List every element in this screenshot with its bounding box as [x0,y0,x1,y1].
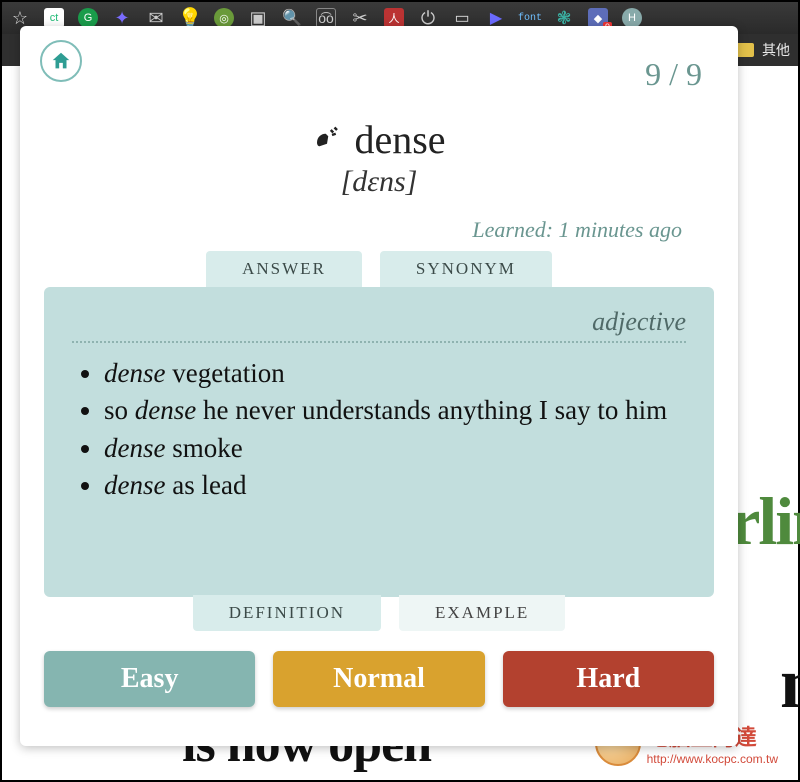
ext-image-icon[interactable]: ▣ [248,8,268,28]
home-icon [50,50,72,72]
keyword: dense [104,470,165,500]
ext-h-icon[interactable]: H [622,8,642,28]
list-item: dense smoke [104,430,686,467]
hard-button[interactable]: Hard [503,651,714,707]
ext-oo-icon[interactable]: o͡o [316,8,336,28]
ext-grammarly-icon[interactable]: G [78,8,98,28]
rating-buttons: Easy Normal Hard [40,651,718,707]
ext-gear-icon[interactable]: ❃ [554,8,574,28]
normal-button[interactable]: Normal [273,651,484,707]
ext-bulb-icon[interactable]: 💡 [180,8,200,28]
star-icon[interactable]: ☆ [10,8,30,28]
learned-time: Learned: 1 minutes ago [40,217,682,243]
keyword: dense [104,433,165,463]
folder-icon[interactable] [736,43,754,57]
list-item: so dense he never understands anything I… [104,392,686,429]
bookmark-other[interactable]: 其他 [762,40,790,60]
ext-pdf-icon[interactable]: 人 [384,8,404,28]
list-item: dense vegetation [104,355,686,392]
example-list: dense vegetationso dense he never unders… [72,355,686,504]
pronunciation: [dɛns] [40,165,718,199]
ext-power-icon[interactable]: ⏻ [418,8,438,28]
keyword: dense [104,358,165,388]
ext-font-icon[interactable]: font [520,8,540,28]
ext-ct-icon[interactable]: ct [44,8,64,28]
ext-box-icon[interactable]: ▭ [452,8,472,28]
list-item: dense as lead [104,467,686,504]
content-panel: adjective dense vegetationso dense he ne… [44,287,714,597]
watermark-url: http://www.kocpc.com.tw [647,752,778,766]
tab-example[interactable]: EXAMPLE [399,595,565,631]
ext-magnify-icon[interactable]: 🔍 [282,8,302,28]
ext-chat-icon[interactable]: ✉ [146,8,166,28]
word-text: dense [354,116,445,163]
easy-button[interactable]: Easy [44,651,255,707]
ext-badge-icon[interactable]: ◆9 [588,8,608,28]
speaker-icon[interactable] [312,125,342,155]
ext-feather-icon[interactable]: ✦ [112,8,132,28]
ext-green-icon[interactable]: ◎ [214,8,234,28]
part-of-speech: adjective [72,307,686,337]
ext-play-icon[interactable]: ▶ [486,8,506,28]
tab-synonym[interactable]: SYNONYM [380,251,552,287]
tabs-bottom: DEFINITION EXAMPLE [40,595,718,631]
card-counter: 9 / 9 [645,56,702,93]
home-button[interactable] [40,40,82,82]
ext-clip-icon[interactable]: ✂ [350,8,370,28]
bg-word-fragment-2: n [780,642,800,725]
divider [72,341,686,343]
tab-answer[interactable]: ANSWER [206,251,362,287]
tabs-top: ANSWER SYNONYM [40,251,718,287]
flashcard: 9 / 9 dense [dɛns] Learned: 1 minutes ag… [20,26,738,746]
tab-definition[interactable]: DEFINITION [193,595,381,631]
bg-word-fragment-1: rlin [730,482,800,561]
keyword: dense [135,395,196,425]
